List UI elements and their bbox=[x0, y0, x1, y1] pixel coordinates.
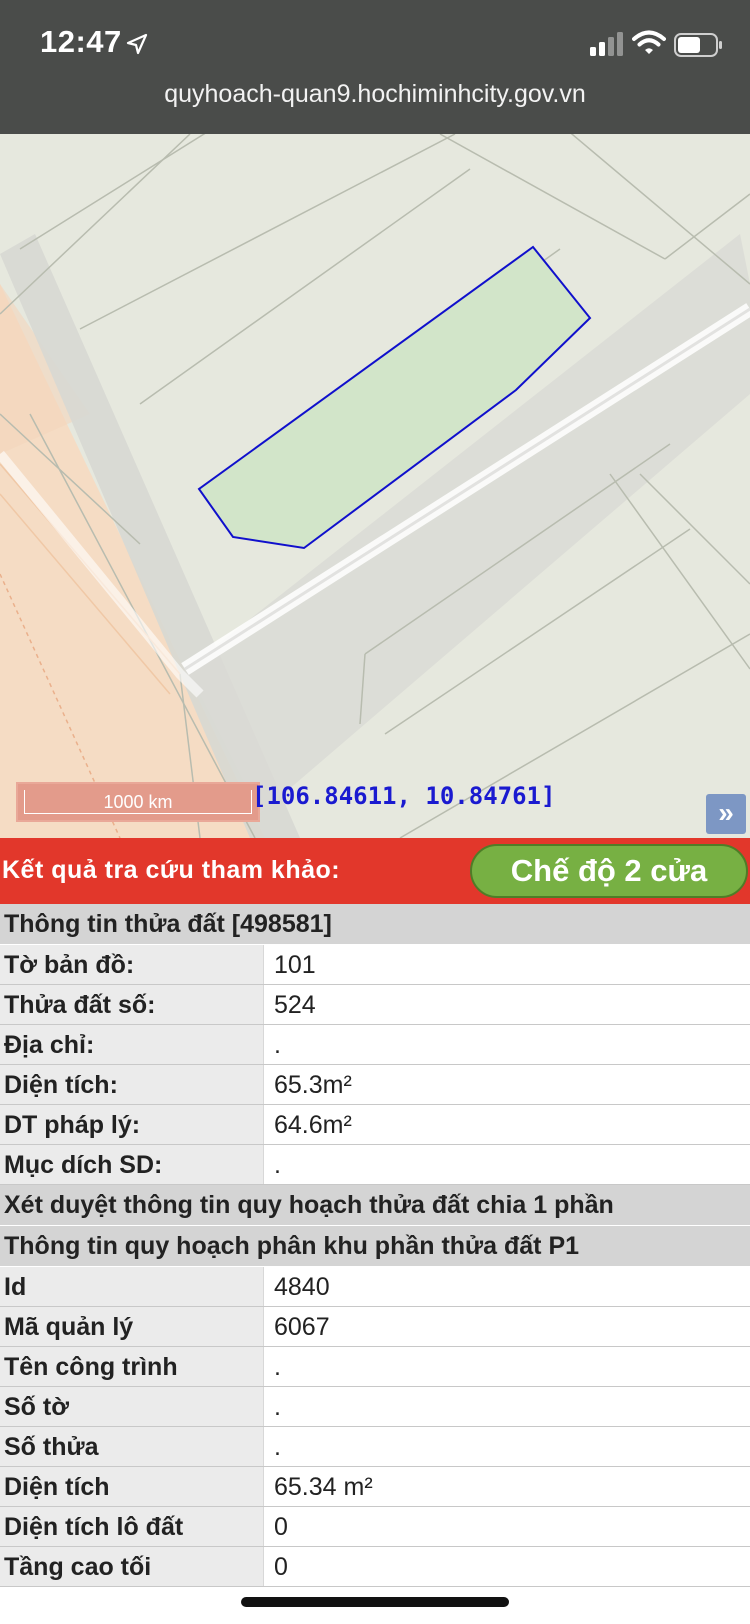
row-value: 65.3m² bbox=[264, 1065, 750, 1104]
row-label: Số thửa bbox=[0, 1427, 264, 1466]
row-label: Tờ bản đồ: bbox=[0, 945, 264, 984]
table-row: Diện tích lô đất 0 bbox=[0, 1507, 750, 1547]
row-label: Diện tích lô đất bbox=[0, 1507, 264, 1546]
review-header: Xét duyệt thông tin quy hoạch thửa đất c… bbox=[0, 1185, 750, 1226]
row-label: Tên công trình bbox=[0, 1347, 264, 1386]
row-label: Diện tích bbox=[0, 1467, 264, 1506]
plan-info-header: Thông tin quy hoạch phân khu phần thửa đ… bbox=[0, 1226, 750, 1267]
row-value: 6067 bbox=[264, 1307, 750, 1346]
row-value: 65.34 m² bbox=[264, 1467, 750, 1506]
result-title: Kết quả tra cứu tham khảo: bbox=[2, 856, 341, 884]
row-label: Thửa đất số: bbox=[0, 985, 264, 1024]
location-arrow-icon bbox=[126, 33, 148, 55]
row-label: Tầng cao tối bbox=[0, 1547, 264, 1586]
row-value: 4840 bbox=[264, 1267, 750, 1306]
table-row: Tên công trình. bbox=[0, 1347, 750, 1387]
row-label: DT pháp lý: bbox=[0, 1105, 264, 1144]
row-value: 524 bbox=[264, 985, 750, 1024]
table-row: Mã quản lý 6067 bbox=[0, 1307, 750, 1347]
status-bar: 12:47 quyhoach-quan9.hochiminhcity.gov.v… bbox=[0, 0, 750, 134]
row-value: . bbox=[264, 1145, 750, 1184]
expand-panel-button[interactable]: » bbox=[706, 794, 746, 834]
table-row: Diện tích: 65.3m² bbox=[0, 1065, 750, 1105]
address-bar-url[interactable]: quyhoach-quan9.hochiminhcity.gov.vn bbox=[0, 80, 750, 109]
plan-info-rows: Id 4840 Mã quản lý 6067 Tên công trình. Số… bbox=[0, 1267, 750, 1587]
row-value: . bbox=[264, 1025, 750, 1064]
row-label: Diện tích: bbox=[0, 1065, 264, 1104]
table-row: Số tờ. bbox=[0, 1387, 750, 1427]
scale-label: 1000 km bbox=[103, 792, 173, 812]
table-row: DT pháp lý: 64.6m² bbox=[0, 1105, 750, 1145]
parcel-info-rows: Tờ bản đồ: 101 Thửa đất số: 524 Địa chỉ:. … bbox=[0, 945, 750, 1185]
table-row: Tờ bản đồ: 101 bbox=[0, 945, 750, 985]
table-row: Thửa đất số: 524 bbox=[0, 985, 750, 1025]
row-value: 64.6m² bbox=[264, 1105, 750, 1144]
table-row: Số thửa. bbox=[0, 1427, 750, 1467]
row-value: 101 bbox=[264, 945, 750, 984]
two-window-mode-button[interactable]: Chế độ 2 cửa bbox=[470, 844, 748, 898]
row-value: 0 bbox=[264, 1547, 750, 1586]
status-time: 12:47 bbox=[40, 24, 122, 59]
row-value: . bbox=[264, 1427, 750, 1466]
row-value: . bbox=[264, 1387, 750, 1426]
table-row: Địa chỉ:. bbox=[0, 1025, 750, 1065]
table-row: Mục dích SD:. bbox=[0, 1145, 750, 1185]
home-indicator[interactable] bbox=[241, 1597, 509, 1607]
row-value: 0 bbox=[264, 1507, 750, 1546]
table-row: Tầng cao tối 0 bbox=[0, 1547, 750, 1587]
row-label: Mục dích SD: bbox=[0, 1145, 264, 1184]
row-label: Mã quản lý bbox=[0, 1307, 264, 1346]
map-scale-bar: 1000 km bbox=[16, 782, 260, 822]
map-canvas[interactable] bbox=[0, 134, 750, 838]
table-row: Diện tích 65.34 m² bbox=[0, 1467, 750, 1507]
info-panel: Thông tin thửa đất [498581] Tờ bản đồ: 10… bbox=[0, 904, 750, 1587]
row-label: Địa chỉ: bbox=[0, 1025, 264, 1064]
row-label: Số tờ bbox=[0, 1387, 264, 1426]
map-coordinates: [106.84611, 10.84761] bbox=[252, 782, 556, 810]
table-row: Id 4840 bbox=[0, 1267, 750, 1307]
result-header-bar: Kết quả tra cứu tham khảo: Chế độ 2 cửa bbox=[0, 838, 750, 904]
row-value: . bbox=[264, 1347, 750, 1386]
row-label: Id bbox=[0, 1267, 264, 1306]
cellular-signal-icon bbox=[590, 32, 623, 56]
wifi-icon bbox=[632, 30, 666, 54]
parcel-info-header: Thông tin thửa đất [498581] bbox=[0, 904, 750, 945]
battery-icon bbox=[674, 33, 722, 57]
map-view[interactable]: 1000 km [106.84611, 10.84761] » bbox=[0, 134, 750, 838]
